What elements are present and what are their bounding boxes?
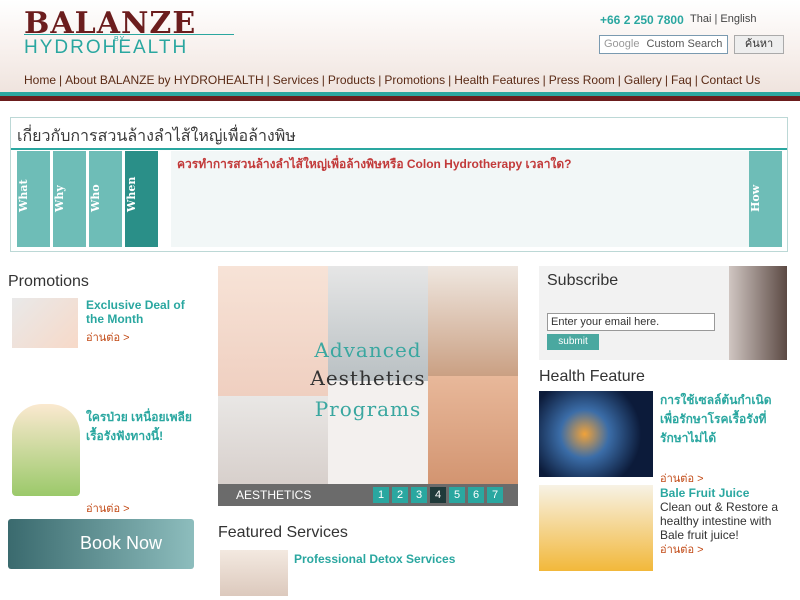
promo-title-fatigue[interactable]: ใครป่วย เหนื่อยเพลีย เรื้อรังฟังทางนี้! — [86, 408, 204, 446]
nav-item-services[interactable]: Services — [273, 73, 319, 87]
nav-item-gallery[interactable]: Gallery — [624, 73, 662, 87]
slide-page-button[interactable]: 3 — [411, 487, 427, 503]
promo-image-fitness[interactable] — [12, 404, 80, 496]
slide-page-button[interactable]: 5 — [449, 487, 465, 503]
slide-page-button[interactable]: 4 — [430, 487, 446, 503]
tab-what[interactable]: What — [17, 151, 50, 247]
nav-item-about-balanze-by-hydrohealth[interactable]: About BALANZE by HYDROHEALTH — [65, 73, 264, 87]
health-feature-title-stemcell[interactable]: การใช้เซลล์ต้นกำเนิดเพื่อรักษาโรคเรื้อรั… — [660, 391, 788, 448]
featured-image[interactable] — [220, 550, 288, 596]
banner-photo — [428, 376, 518, 486]
tab-label: Why — [53, 185, 66, 212]
tab-how[interactable]: How — [749, 151, 782, 247]
tab-label: When — [125, 176, 138, 212]
banner-word: Advanced — [314, 338, 422, 362]
health-feature-title-juice[interactable]: Bale Fruit Juice — [660, 486, 749, 500]
nav-item-promotions[interactable]: Promotions — [384, 73, 445, 87]
nav-separator: | — [266, 73, 270, 87]
slide-page-button[interactable]: 6 — [468, 487, 484, 503]
featured-item-title[interactable]: Professional Detox Services — [294, 552, 455, 566]
nav-separator: | — [542, 73, 546, 87]
book-now-label: Book Now — [80, 533, 163, 553]
header-maroon-bar — [0, 96, 800, 101]
nav-separator: | — [448, 73, 452, 87]
search-button[interactable]: ค้นหา — [734, 35, 784, 54]
about-content: ควรทำการสวนล้างลำไส้ใหญ่เพื่อล้างพิษหรือ… — [171, 151, 749, 247]
nav-separator: | — [378, 73, 382, 87]
subscribe-photo — [729, 266, 787, 360]
nav-item-contact-us[interactable]: Contact Us — [701, 73, 760, 87]
logo-hydrohealth[interactable]: HYDROHEALTH — [24, 37, 188, 59]
nav-item-faq[interactable]: Faq — [671, 73, 692, 87]
tab-why[interactable]: Why — [53, 151, 86, 247]
promo-title-deal[interactable]: Exclusive Deal of the Month — [86, 298, 196, 326]
banner-photo — [328, 266, 428, 381]
subscribe-panel: Subscribe Enter your email here. submit — [539, 266, 787, 360]
tab-who[interactable]: Who — [89, 151, 122, 247]
lang-separator: | — [714, 13, 718, 25]
subscribe-heading: Subscribe — [547, 272, 619, 289]
phone-number: +66 2 250 7800 — [600, 13, 684, 27]
slide-page-button[interactable]: 2 — [392, 487, 408, 503]
promo-image-deal[interactable] — [12, 298, 78, 348]
health-feature-heading: Health Feature — [539, 368, 645, 385]
logo-balanze[interactable]: BALANZE — [24, 6, 196, 41]
language-switcher: Thai | English — [690, 13, 756, 25]
tab-when[interactable]: When — [125, 151, 158, 247]
banner-slideshow[interactable]: Advanced Aesthetics Programs AESTHETICS … — [218, 266, 518, 506]
nav-separator: | — [321, 73, 325, 87]
about-panel: เกี่ยวกับการสวนล้างลำไส้ใหญ่เพื่อล้างพิษ… — [10, 117, 788, 252]
lang-thai[interactable]: Thai — [690, 13, 711, 25]
promo-read-more-link[interactable]: อ่านต่อ > — [86, 328, 130, 346]
banner-word: Programs — [314, 397, 422, 421]
search-input[interactable]: Google Custom Search — [599, 35, 728, 54]
tab-label: How — [749, 184, 762, 212]
nav-separator: | — [694, 73, 698, 87]
health-feature-image-juice[interactable] — [539, 485, 653, 571]
promo-read-more-link[interactable]: อ่านต่อ > — [86, 499, 130, 517]
search-placeholder: Custom Search — [646, 38, 723, 50]
promotions-heading: Promotions — [8, 273, 89, 290]
main-nav: Home | About BALANZE by HYDROHEALTH | Servic… — [24, 73, 760, 87]
nav-item-health-features[interactable]: Health Features — [454, 73, 539, 87]
featured-services-heading: Featured Services — [218, 524, 348, 541]
nav-item-press-room[interactable]: Press Room — [549, 73, 615, 87]
tab-label: Who — [89, 184, 102, 212]
tab-label: What — [17, 179, 30, 212]
slide-page-button[interactable]: 1 — [373, 487, 389, 503]
nav-separator: | — [59, 73, 63, 87]
logo-rule — [24, 34, 234, 35]
about-question: ควรทำการสวนล้างลำไส้ใหญ่เพื่อล้างพิษหรือ… — [177, 157, 572, 171]
email-field[interactable]: Enter your email here. — [547, 313, 715, 331]
banner-caption-bar: AESTHETICS 1234567 — [218, 484, 518, 506]
health-feature-read-more-link[interactable]: อ่านต่อ > — [660, 469, 704, 487]
book-now-button[interactable]: Book Now — [8, 519, 194, 569]
about-title: เกี่ยวกับการสวนล้างลำไส้ใหญ่เพื่อล้างพิษ — [17, 128, 296, 145]
banner-word: Aesthetics — [310, 366, 426, 390]
nav-separator: | — [664, 73, 669, 87]
lang-english[interactable]: English — [720, 13, 756, 25]
nav-item-home[interactable]: Home — [24, 73, 56, 87]
site-header: BALANZE BY HYDROHEALTH +66 2 250 7800 Th… — [0, 0, 800, 98]
slide-page-button[interactable]: 7 — [487, 487, 503, 503]
google-brand-label: Google — [604, 38, 640, 50]
health-feature-body-juice: Clean out & Restore a healthy intestine … — [660, 500, 779, 542]
banner-caption: AESTHETICS — [236, 488, 312, 502]
nav-item-products[interactable]: Products — [328, 73, 375, 87]
health-feature-read-more-link[interactable]: อ่านต่อ > — [660, 540, 704, 558]
nav-separator: | — [617, 73, 621, 87]
about-divider — [11, 148, 787, 150]
submit-button[interactable]: submit — [547, 334, 599, 350]
health-feature-image-cells[interactable] — [539, 391, 653, 477]
